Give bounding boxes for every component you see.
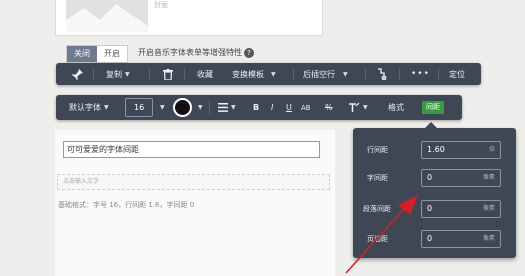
text-format-toolbar: 默认字体 ▼ 16 ▼ ▼ ▼ B I U AB % ▼ 格式 间距 bbox=[56, 95, 462, 120]
letter-spacing-row: 字间距 0 像素 bbox=[353, 169, 516, 187]
delete-button[interactable] bbox=[163, 63, 173, 85]
paragraph-spacing-input[interactable]: 0 像素 bbox=[421, 200, 501, 218]
toolbar-divider bbox=[365, 68, 366, 80]
chevron-down-icon: ▼ bbox=[271, 70, 276, 78]
copy-button[interactable]: 复制 ▼ bbox=[106, 63, 130, 85]
style-button[interactable]: 格式 bbox=[388, 95, 404, 120]
trash-icon bbox=[163, 68, 173, 80]
text-color-picker[interactable] bbox=[173, 98, 192, 117]
favorite-button[interactable]: 收藏 bbox=[197, 63, 213, 85]
top-content-card: 封面 bbox=[55, 0, 323, 36]
font-size-input[interactable]: 16 bbox=[125, 98, 153, 117]
letter-spacing-label: 字间距 bbox=[367, 174, 388, 182]
text-effect-button[interactable]: ▼ bbox=[348, 95, 368, 120]
line-height-input[interactable]: 1.60 倍 bbox=[421, 141, 501, 159]
insert-blank-line-button[interactable]: 后插空行 ▼ bbox=[303, 63, 348, 85]
letter-spacing-input[interactable]: 0 像素 bbox=[421, 169, 501, 187]
italic-button[interactable]: I bbox=[271, 95, 273, 120]
pin-button[interactable] bbox=[72, 63, 83, 85]
toolbar-divider bbox=[209, 100, 210, 115]
toggle-off-option[interactable]: 关闭 bbox=[67, 46, 97, 62]
page-margin-unit: 像素 bbox=[482, 235, 495, 242]
align-button[interactable]: ▼ bbox=[218, 95, 236, 120]
percent-button[interactable]: % bbox=[325, 95, 333, 120]
chevron-down-icon: ▼ bbox=[104, 104, 109, 111]
toggle-description: 开启音乐字体表单等增强特性? bbox=[138, 46, 254, 60]
toolbar-divider bbox=[149, 68, 150, 80]
paragraph-spacing-unit: 像素 bbox=[482, 205, 495, 212]
letter-case-button[interactable]: AB bbox=[301, 95, 311, 120]
spacing-button[interactable]: 间距 bbox=[422, 101, 444, 114]
bold-button[interactable]: B bbox=[253, 95, 259, 120]
pin-icon bbox=[72, 68, 83, 80]
text-block-card: 可可爱爱的字体间距 点击输入文字 基础格式：字号 16，行间距 1.6，字间距 … bbox=[55, 130, 335, 276]
chevron-down-icon: ▼ bbox=[231, 104, 236, 111]
line-height-row: 行间距 1.60 倍 bbox=[353, 141, 516, 159]
switch-template-label: 变换模板 bbox=[232, 69, 264, 79]
toggle-on-option[interactable]: 开启 bbox=[97, 46, 127, 62]
chevron-down-icon: ▼ bbox=[343, 70, 348, 78]
red-arrow-annotation bbox=[345, 195, 418, 274]
click-to-type-area[interactable]: 点击输入文字 bbox=[57, 174, 330, 190]
block-toolbar: 复制 ▼ 收藏 变换模板 ▼ 后插空行 ▼ ••• 定位 bbox=[56, 63, 481, 85]
text-effect-icon bbox=[349, 102, 360, 112]
more-button[interactable]: ••• bbox=[411, 63, 430, 85]
copy-label: 复制 bbox=[106, 69, 122, 79]
chevron-down-icon: ▼ bbox=[363, 104, 368, 111]
chevron-down-icon: ▼ bbox=[125, 70, 130, 78]
font-size-dropdown[interactable]: ▼ bbox=[157, 95, 165, 120]
align-justify-icon bbox=[218, 103, 228, 112]
mountain-icon bbox=[66, 4, 148, 32]
title-text-input[interactable]: 可可爱爱的字体间距 bbox=[63, 141, 320, 158]
image-placeholder[interactable] bbox=[66, 0, 148, 32]
toggle-description-text: 开启音乐字体表单等增强特性 bbox=[138, 48, 242, 57]
insert-blank-line-label: 后插空行 bbox=[303, 69, 335, 79]
toolbar-divider bbox=[399, 68, 400, 80]
format-painter-icon bbox=[378, 68, 387, 80]
locate-button[interactable]: 定位 bbox=[449, 63, 465, 85]
toolbar-divider bbox=[184, 68, 185, 80]
cover-caption: 封面 bbox=[154, 1, 168, 9]
help-icon[interactable]: ? bbox=[244, 47, 254, 58]
font-family-value: 默认字体 bbox=[69, 103, 101, 112]
page-margin-input[interactable]: 0 像素 bbox=[421, 230, 501, 248]
toolbar-divider bbox=[93, 68, 94, 80]
line-height-unit: 倍 bbox=[488, 146, 495, 153]
underline-button[interactable]: U bbox=[286, 95, 292, 120]
toolbar-divider bbox=[438, 68, 439, 80]
text-color-dropdown[interactable]: ▼ bbox=[195, 95, 203, 120]
format-painter-button[interactable] bbox=[377, 63, 387, 85]
letter-spacing-value: 0 bbox=[427, 173, 433, 182]
line-height-label: 行间距 bbox=[367, 146, 388, 154]
letter-spacing-unit: 像素 bbox=[482, 174, 495, 181]
chevron-down-icon: ▼ bbox=[198, 104, 203, 111]
switch-template-button[interactable]: 变换模板 ▼ bbox=[232, 63, 276, 85]
line-height-value: 1.60 bbox=[427, 145, 445, 154]
enhancement-toggle[interactable]: 关闭 开启 bbox=[66, 45, 128, 63]
font-family-select[interactable]: 默认字体 ▼ bbox=[69, 95, 109, 120]
base-style-info: 基础格式：字号 16，行间距 1.6，字间距 0 bbox=[58, 201, 195, 209]
chevron-down-icon: ▼ bbox=[160, 104, 165, 111]
toolbar-divider bbox=[293, 68, 294, 80]
